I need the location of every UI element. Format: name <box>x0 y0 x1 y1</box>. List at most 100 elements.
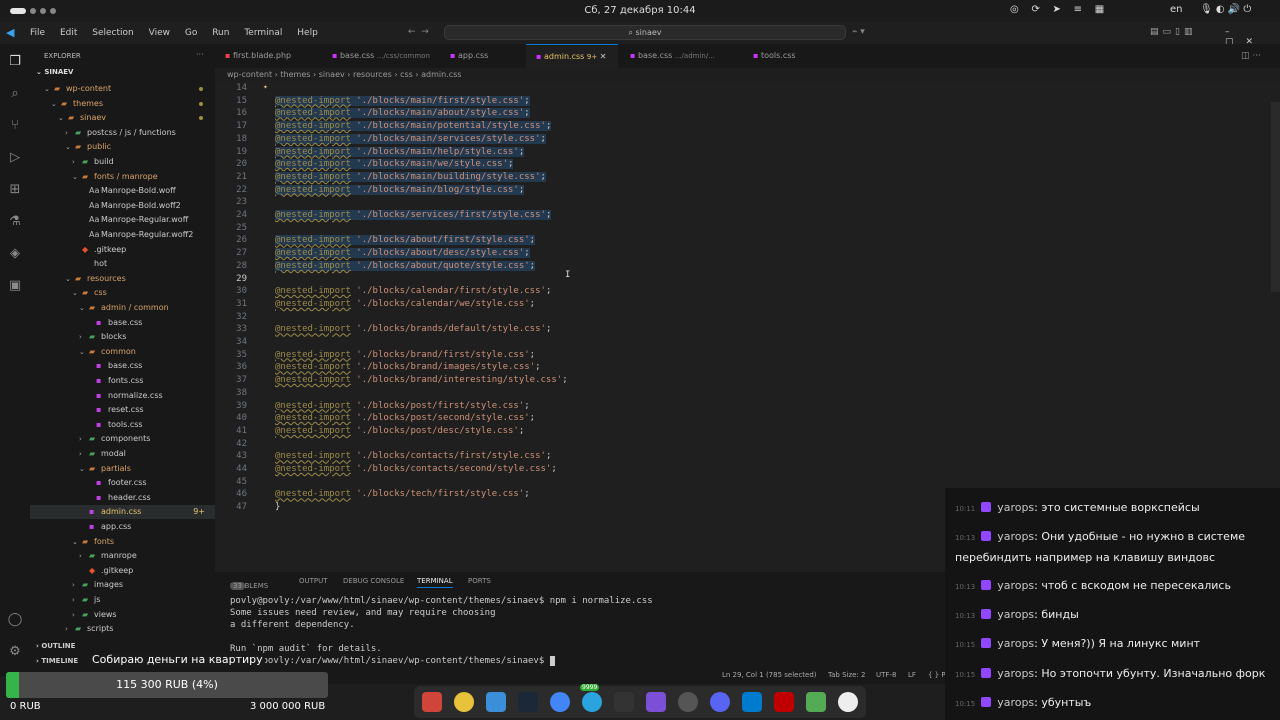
tree-file[interactable]: ▪ base.css <box>30 316 215 330</box>
copilot-icon[interactable]: ⌁ ▾ <box>852 27 865 37</box>
split-editor-icon[interactable]: ◫ ··· <box>1241 51 1261 61</box>
docker-icon[interactable]: ▣ <box>7 278 23 294</box>
command-center-search[interactable]: ⌕ sinaev <box>444 25 846 40</box>
obsidian-icon[interactable] <box>646 692 666 712</box>
tree-folder[interactable]: ⌄ ▰ public <box>30 140 215 154</box>
tab-app-css[interactable]: ▪ app.css <box>440 44 525 68</box>
tree-file[interactable]: ▪ fonts.css <box>30 374 215 388</box>
tray-icons[interactable]: ◎ ⟳ ➤ ≡ ▦ <box>1010 4 1104 15</box>
trash-icon[interactable] <box>806 692 826 712</box>
settings-gear-icon[interactable]: ⚙ <box>7 644 23 660</box>
system-icon[interactable] <box>678 692 698 712</box>
tree-folder[interactable]: ⌄ ▰ fonts / manrope <box>30 170 215 184</box>
menu-file[interactable]: File <box>30 28 45 38</box>
tree-file[interactable]: ▪ reset.css <box>30 403 215 417</box>
files-icon[interactable] <box>422 692 442 712</box>
tree-folder[interactable]: ⌄ ▰ sinaev <box>30 111 215 125</box>
tree-file[interactable]: ▪ app.css <box>30 520 215 534</box>
tree-folder[interactable]: › ▰ images <box>30 578 215 592</box>
timeline-section[interactable]: › TIMELINE <box>36 657 78 665</box>
menu-edit[interactable]: Edit <box>60 28 77 38</box>
code-line[interactable]: @nested-import './blocks/about/quote/sty… <box>275 260 536 271</box>
text-editor-icon[interactable] <box>486 692 506 712</box>
code-line[interactable]: @nested-import './blocks/main/services/s… <box>275 133 546 144</box>
tree-folder[interactable]: › ▰ postcss / js / functions <box>30 126 215 140</box>
code-line[interactable]: @nested-import './blocks/tech/first/styl… <box>275 489 530 499</box>
tab-debug-console[interactable]: DEBUG CONSOLE <box>343 577 404 585</box>
layout-controls-icons[interactable]: ▤▭▯▥ <box>1150 27 1196 37</box>
search-icon[interactable]: ⌕ <box>7 86 23 102</box>
tab-base-css-common[interactable]: ▪ base.css .../css/common <box>322 44 432 68</box>
menu-terminal[interactable]: Terminal <box>244 28 282 38</box>
extensions-icon[interactable]: ⊞ <box>7 182 23 198</box>
menu-view[interactable]: View <box>149 28 170 38</box>
tab-size[interactable]: Tab Size: 2 <box>828 671 865 679</box>
code-line[interactable]: @nested-import './blocks/main/help/style… <box>275 146 525 157</box>
tree-file[interactable]: Aa Manrope-Regular.woff2 <box>30 228 215 242</box>
terminal-prompt[interactable]: povly@povly:/var/www/html/sinaev/wp-cont… <box>230 656 556 666</box>
code-line[interactable]: @nested-import './blocks/post/second/sty… <box>275 413 535 423</box>
code-line[interactable]: @nested-import './blocks/brand/interesti… <box>275 375 568 385</box>
lightbulb-icon[interactable]: ✦ <box>263 82 268 91</box>
tree-folder[interactable]: › ▰ modal <box>30 447 215 461</box>
encoding[interactable]: UTF-8 <box>876 671 896 679</box>
code-line[interactable]: @nested-import './blocks/calendar/first/… <box>275 286 551 296</box>
code-line[interactable]: @nested-import './blocks/about/first/sty… <box>275 235 536 246</box>
tree-file[interactable]: ▪ tools.css <box>30 418 215 432</box>
menu-selection[interactable]: Selection <box>92 28 133 38</box>
breadcrumb[interactable]: wp-content › themes › sinaev › resources… <box>215 68 1280 82</box>
code-line[interactable]: @nested-import './blocks/brand/first/sty… <box>275 350 535 360</box>
code-line[interactable]: @nested-import './blocks/main/potential/… <box>275 121 552 132</box>
tree-folder[interactable]: › ▰ scripts <box>30 622 215 636</box>
code-line[interactable]: @nested-import './blocks/main/we/style.c… <box>275 159 514 170</box>
tab-admin-css-active[interactable]: ▪ admin.css 9+ ✕ <box>526 44 618 68</box>
outline-section[interactable]: › OUTLINE <box>36 642 75 650</box>
workspace-root[interactable]: ⌄ SINAEV <box>36 68 73 76</box>
tree-folder[interactable]: › ▰ components <box>30 432 215 446</box>
tree-folder[interactable]: ⌄ ▰ admin / common <box>30 301 215 315</box>
settings-icon[interactable] <box>838 692 858 712</box>
tree-folder[interactable]: › ▰ js <box>30 593 215 607</box>
nav-back-forward-icons[interactable]: ← → <box>408 27 429 37</box>
language-mode[interactable]: { } P <box>928 671 946 679</box>
tree-folder[interactable]: › ▰ blocks <box>30 330 215 344</box>
tree-file[interactable]: hot <box>30 257 215 271</box>
tree-folder[interactable]: ⌄ ▰ fonts <box>30 535 215 549</box>
menu-run[interactable]: Run <box>212 28 229 38</box>
tree-file[interactable]: Aa Manrope-Bold.woff <box>30 184 215 198</box>
code-line[interactable]: @nested-import './blocks/calendar/we/sty… <box>275 299 535 309</box>
line-ending[interactable]: LF <box>908 671 916 679</box>
tree-file[interactable]: Aa Manrope-Bold.woff2 <box>30 199 215 213</box>
run-debug-icon[interactable]: ▷ <box>7 150 23 166</box>
vscode-icon[interactable] <box>742 692 762 712</box>
testing-icon[interactable]: ⚗ <box>7 214 23 230</box>
code-line[interactable]: } <box>275 502 280 512</box>
tree-folder[interactable]: ⌄ ▰ css <box>30 286 215 300</box>
terminal-icon[interactable] <box>614 692 634 712</box>
menu-go[interactable]: Go <box>185 28 197 38</box>
code-line[interactable]: @nested-import './blocks/main/building/s… <box>275 171 546 182</box>
tree-file[interactable]: ▪ base.css <box>30 359 215 373</box>
account-icon[interactable]: ◯ <box>7 612 23 628</box>
tree-file[interactable]: ▪ normalize.css <box>30 389 215 403</box>
source-control-icon[interactable]: ⑂ <box>7 118 23 134</box>
code-line[interactable]: @nested-import './blocks/main/blog/style… <box>275 184 525 195</box>
remote-icon[interactable]: ◈ <box>7 246 23 262</box>
code-line[interactable]: @nested-import './blocks/contacts/first/… <box>275 451 551 461</box>
tab-base-css-admin[interactable]: ▪ base.css .../admin/... <box>620 44 725 68</box>
code-line[interactable]: @nested-import './blocks/post/first/styl… <box>275 401 530 411</box>
explorer-icon[interactable]: ❐ <box>7 54 23 70</box>
chrome-icon[interactable] <box>550 692 570 712</box>
menu-help[interactable]: Help <box>297 28 318 38</box>
code-line[interactable]: @nested-import './blocks/main/about/styl… <box>275 108 530 119</box>
tree-folder[interactable]: ⌄ ▰ common <box>30 345 215 359</box>
tab-tools-css[interactable]: ▪ tools.css <box>743 44 833 68</box>
tree-file[interactable]: ◆ .gitkeep <box>30 243 215 257</box>
tree-folder[interactable]: › ▰ build <box>30 155 215 169</box>
tree-folder[interactable]: ⌄ ▰ wp-content <box>30 82 215 96</box>
code-line[interactable]: @nested-import './blocks/services/first/… <box>275 210 552 220</box>
close-tab-icon[interactable]: ✕ <box>600 52 607 61</box>
discord-icon[interactable] <box>710 692 730 712</box>
tab-terminal[interactable]: TERMINAL <box>417 577 453 588</box>
tab-ports[interactable]: PORTS <box>468 577 491 585</box>
